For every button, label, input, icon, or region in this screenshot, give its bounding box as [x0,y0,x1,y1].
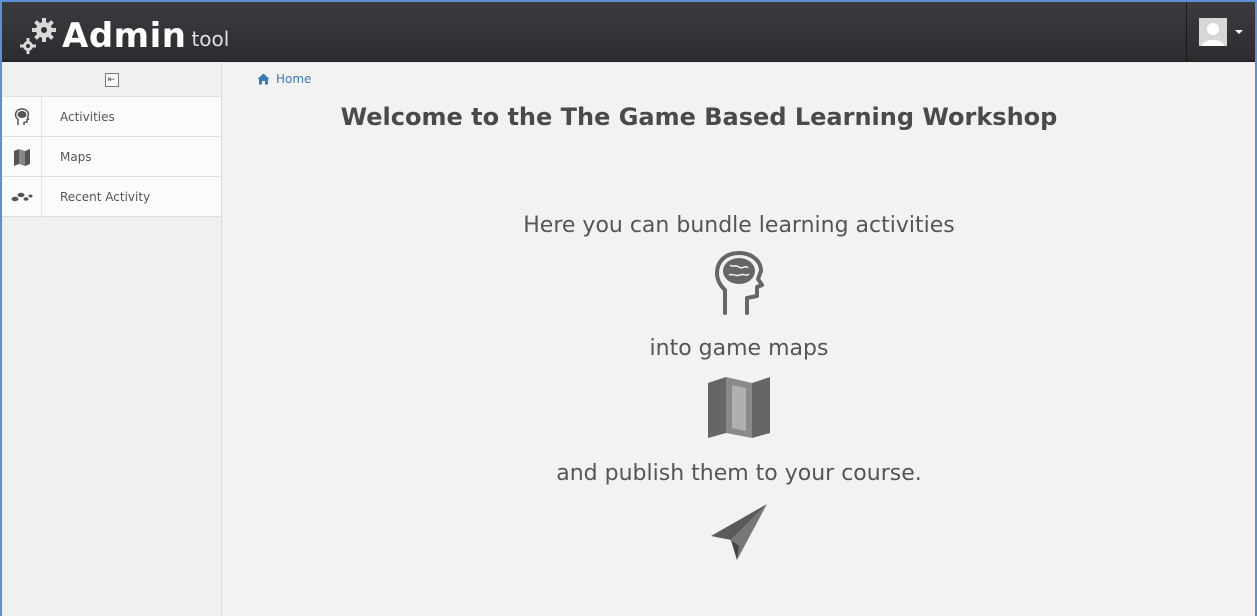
collapse-sidebar-icon[interactable]: ⇤ [104,72,119,87]
chevron-down-icon [1235,30,1243,34]
sidebar-item-label: Activities [60,109,115,124]
home-icon [257,73,270,85]
sidebar-item-recent-activity[interactable]: Recent Activity [2,176,221,217]
intro-line-maps: into game maps [649,336,829,361]
user-menu-button[interactable] [1186,2,1255,62]
folded-map-icon [708,377,770,438]
sidebar-collapse-row: ⇤ [2,63,221,97]
sidebar-item-label: Maps [60,149,92,164]
map-icon [2,136,42,177]
welcome-section: Welcome to the The Game Based Learning W… [223,103,1255,562]
sidebar-item-maps[interactable]: Maps [2,136,221,177]
top-navbar: Admin tool [2,2,1255,62]
plane-illustration-wrapper [223,502,1255,562]
brand-title: Admin [62,16,187,56]
head-icon [2,96,42,137]
breadcrumb-home-link[interactable]: Home [276,72,311,86]
user-silhouette-icon [1202,23,1224,46]
app-frame: Admin tool ⇤ Activities Maps Recent Acti… [0,0,1257,616]
brain-head-icon [715,251,764,315]
main-content: Home Welcome to the The Game Based Learn… [223,63,1255,616]
avatar [1199,18,1227,46]
intro-line-publish: and publish them to your course. [556,461,922,486]
map-illustration-wrapper [223,375,1255,439]
breadcrumb: Home [223,63,1255,95]
sidebar-item-label: Recent Activity [60,189,151,204]
brand-subtitle: tool [191,27,230,51]
footsteps-icon [2,176,42,217]
gears-icon [20,18,56,54]
head-illustration-wrapper [223,250,1255,316]
paper-plane-icon [711,504,767,560]
brand-logo[interactable]: Admin tool [16,10,229,56]
sidebar: ⇤ Activities Maps Recent Activity [2,63,222,616]
intro-line-activities: Here you can bundle learning activities [523,213,955,238]
page-title: Welcome to the The Game Based Learning W… [340,103,1058,131]
